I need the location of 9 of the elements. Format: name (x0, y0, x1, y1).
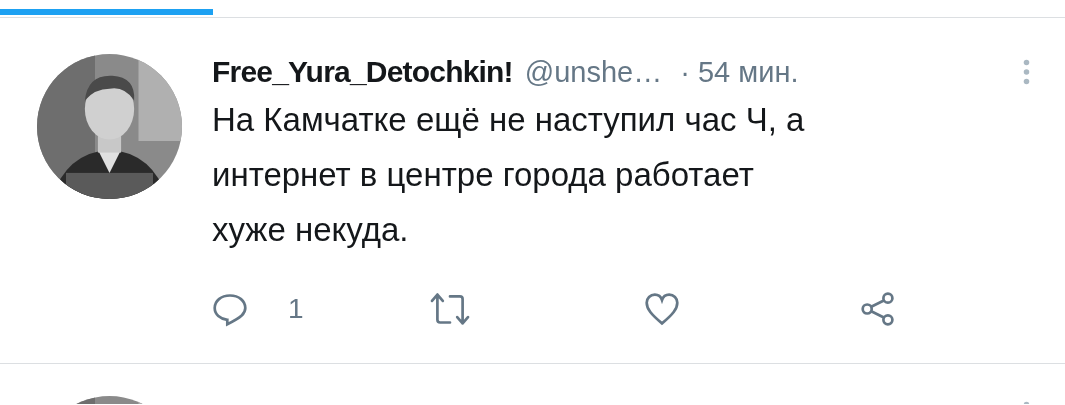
retweet-icon[interactable] (428, 291, 472, 327)
share-icon[interactable] (860, 291, 896, 327)
heart-icon[interactable] (644, 291, 680, 327)
timestamp: · 54 мин. (680, 55, 799, 89)
reply-count: 1 (288, 293, 304, 325)
author-handle: @unshe… (524, 55, 663, 89)
reply-icon[interactable] (212, 291, 248, 327)
tweet-text: На Камчатке ещё не наступил час Ч, а интернет в центре города работает хуже некуда. (212, 100, 806, 250)
author-name[interactable]: Free_Yura_Detochkin! (212, 55, 513, 89)
